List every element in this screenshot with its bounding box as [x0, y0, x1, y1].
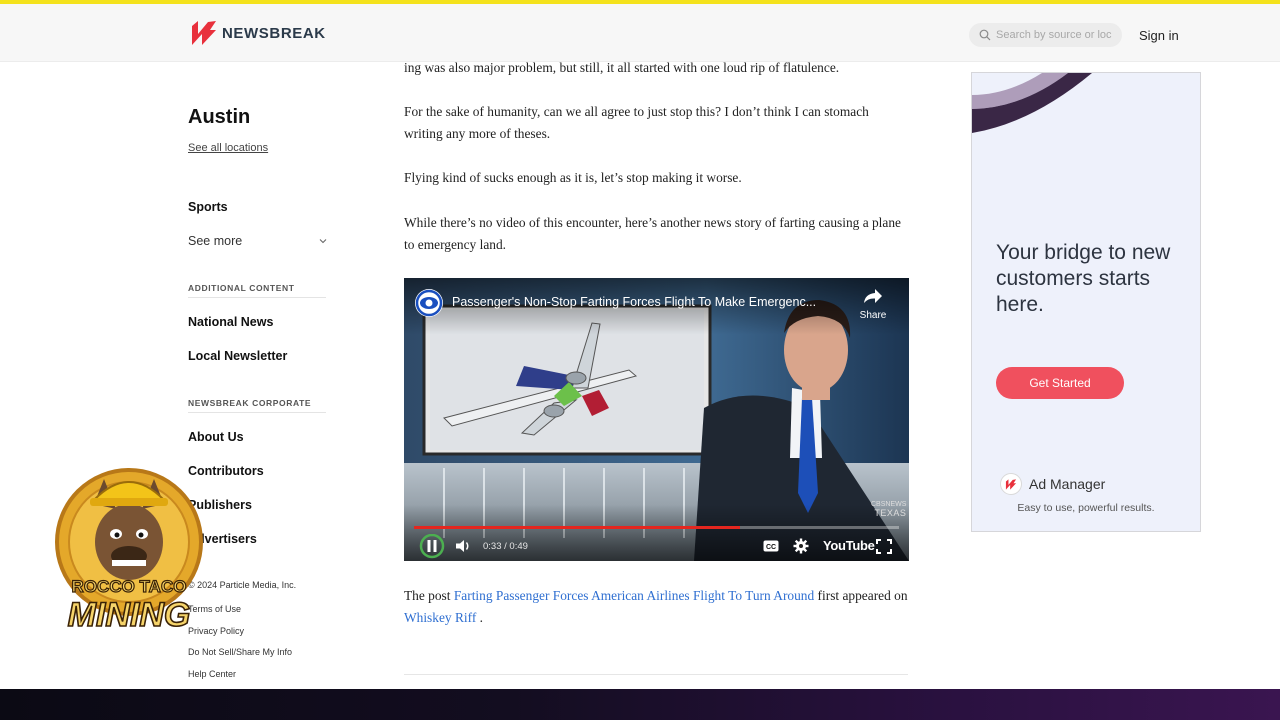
ad-manager-brand: Ad Manager — [1000, 473, 1106, 495]
article-paragraph: For the sake of humanity, can we all agr… — [404, 104, 869, 141]
video-time: 0:33 / 0:49 — [483, 541, 528, 552]
location-title: Austin — [188, 106, 251, 128]
captions-icon[interactable]: CC — [763, 540, 779, 552]
search-box[interactable] — [969, 23, 1122, 47]
outro-text: . — [476, 609, 483, 625]
sidebar-item-about-us[interactable]: About Us — [188, 430, 244, 444]
section-heading-newsbreak-corporate: NEWSBREAK CORPORATE — [188, 398, 312, 408]
channel-logo[interactable] — [415, 289, 443, 317]
share-button[interactable]: Share — [856, 288, 890, 321]
sidebar-item-local-newsletter[interactable]: Local Newsletter — [188, 349, 287, 363]
volume-icon[interactable] — [454, 537, 472, 555]
brand-name: NEWSBREAK — [222, 24, 326, 42]
sidebar-item-see-more[interactable]: See more — [188, 234, 242, 248]
ad-decorative-arc — [972, 73, 1092, 133]
share-label: Share — [859, 310, 887, 321]
ad-manager-label: Ad Manager — [1029, 476, 1106, 492]
settings-gear-icon[interactable] — [793, 538, 809, 554]
section-heading-additional-content: ADDITIONAL CONTENT — [188, 283, 295, 293]
source-link[interactable]: Whiskey Riff — [404, 610, 476, 625]
site-header: NEWSBREAK Sign in — [0, 4, 1280, 62]
get-started-button[interactable]: Get Started — [996, 367, 1124, 399]
newsbreak-logo[interactable]: NEWSBREAK — [190, 20, 326, 46]
youtube-logo[interactable]: YouTube — [823, 538, 875, 553]
newsbreak-badge-icon — [1000, 473, 1022, 495]
sign-in-link[interactable]: Sign in — [1139, 28, 1179, 43]
cbs-eye-icon — [415, 289, 443, 317]
outro-text: The post — [404, 588, 454, 603]
rocco-taco-mining-watermark-logo: ROCCO TACO MINING — [55, 468, 203, 635]
watermark-line-2: MINING — [68, 596, 191, 634]
article-paragraph: ing was also major problem, but still, i… — [404, 60, 840, 75]
page: NEWSBREAK Sign in Austin See all locatio… — [0, 0, 1280, 720]
video-controls: 0:33 / 0:49 CC YouTube — [404, 534, 909, 561]
search-icon — [979, 29, 991, 41]
embedded-video-player[interactable]: Passenger's Non-Stop Farting Forces Flig… — [404, 278, 909, 561]
channel-tag: TEXAS — [874, 508, 907, 518]
outro-text: first appeared on — [814, 588, 908, 603]
divider — [188, 297, 326, 298]
article-paragraph: Flying kind of sucks enough as it is, le… — [404, 170, 742, 185]
see-all-locations-link[interactable]: See all locations — [188, 142, 268, 154]
channel-watermark: CBSNEWS TEXAS — [871, 501, 906, 519]
divider — [404, 674, 908, 675]
footer-link-help-center[interactable]: Help Center — [188, 669, 236, 679]
newsbreak-logo-icon — [192, 21, 216, 45]
search-input[interactable] — [996, 29, 1118, 41]
video-frame-thumbnail — [404, 278, 909, 561]
bottom-dark-bar — [0, 689, 1280, 720]
sidebar-item-national-news[interactable]: National News — [188, 315, 273, 329]
fullscreen-icon[interactable] — [876, 539, 892, 554]
captions-label: CC — [766, 544, 776, 551]
video-progress-fill — [414, 526, 741, 529]
ad-headline: Your bridge to new customers starts here… — [996, 241, 1171, 316]
divider — [188, 412, 326, 413]
pause-icon[interactable] — [417, 534, 447, 561]
article-outro: The post Farting Passenger Forces Americ… — [404, 585, 910, 628]
watermark-line-1: ROCCO TACO — [72, 577, 187, 596]
article-paragraph: While there’s no video of this encounter… — [404, 215, 901, 252]
original-post-link[interactable]: Farting Passenger Forces American Airlin… — [454, 588, 814, 603]
ad-banner[interactable]: Your bridge to new customers starts here… — [971, 72, 1201, 532]
video-progress-bar[interactable] — [414, 526, 899, 529]
chevron-down-icon[interactable] — [318, 236, 328, 246]
video-title[interactable]: Passenger's Non-Stop Farting Forces Flig… — [452, 295, 852, 309]
ad-tagline: Easy to use, powerful results. — [1017, 502, 1155, 514]
share-arrow-icon — [864, 289, 882, 303]
sidebar-item-sports[interactable]: Sports — [188, 200, 228, 214]
